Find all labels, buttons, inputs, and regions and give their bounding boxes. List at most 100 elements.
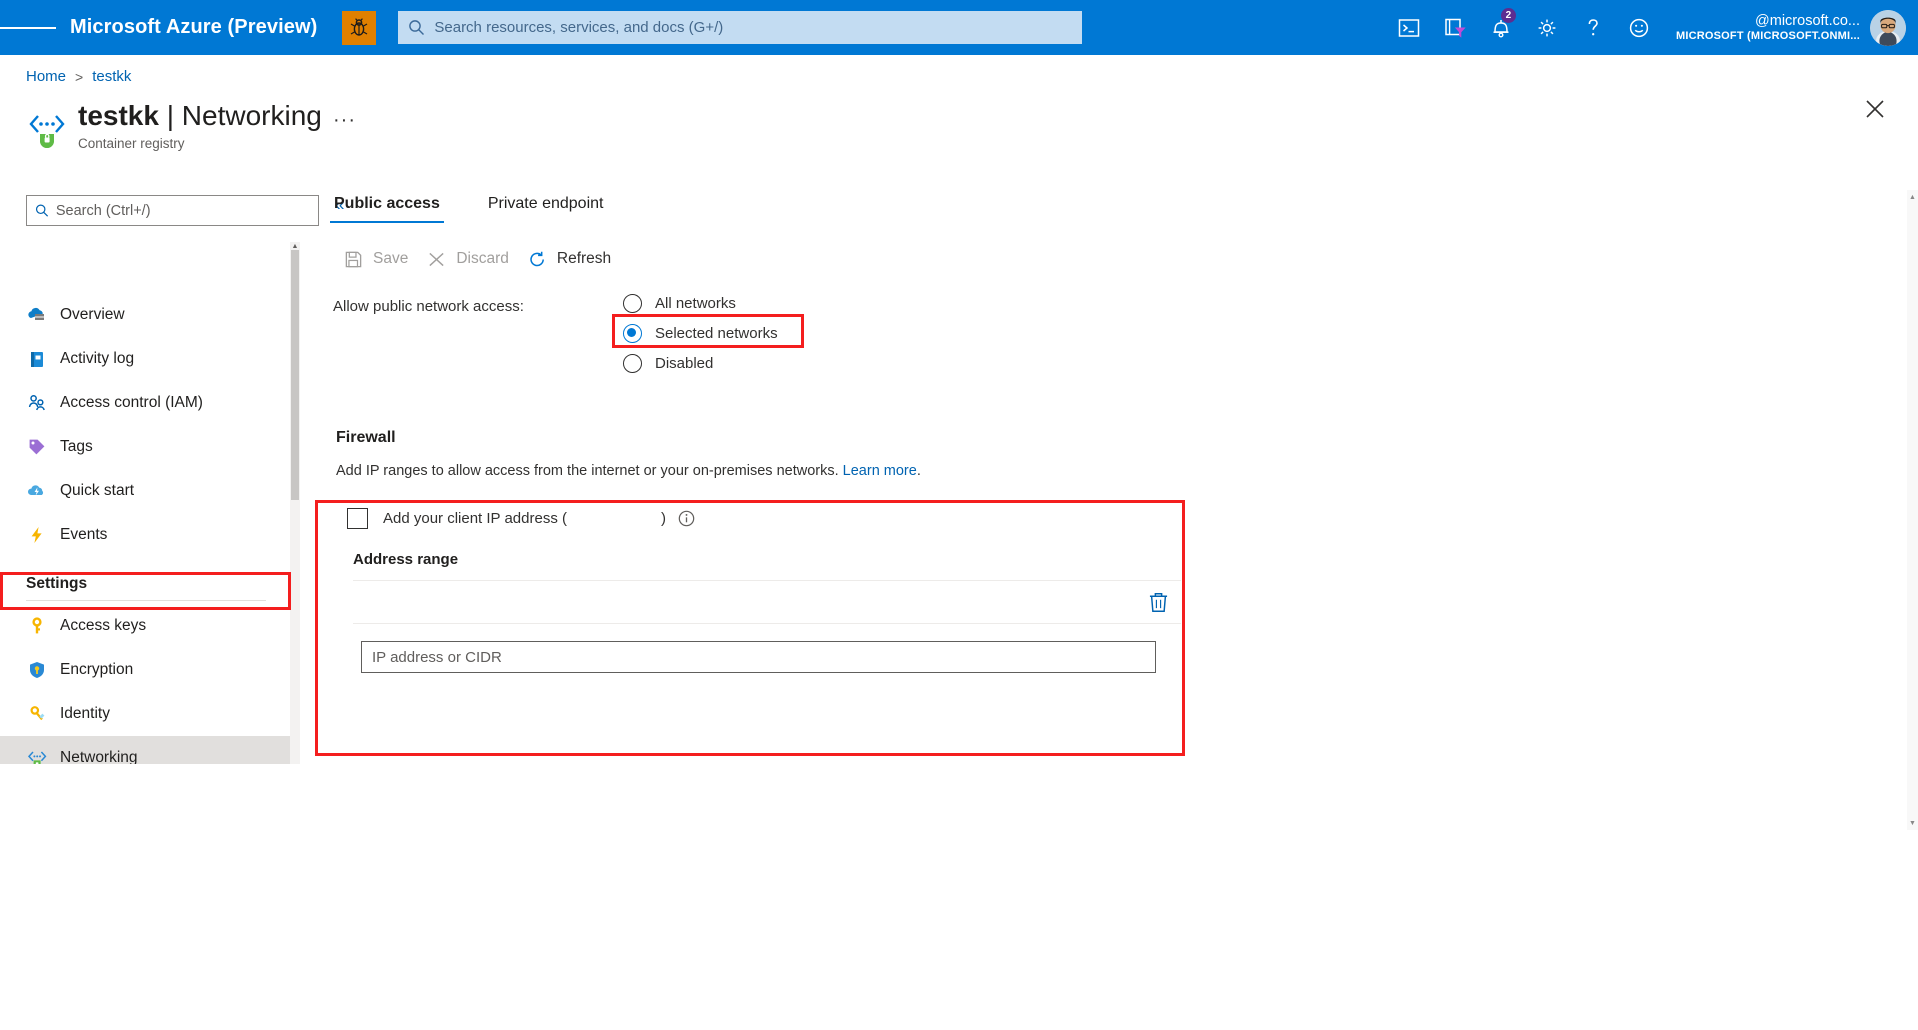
directory-filter-icon[interactable] bbox=[1432, 0, 1478, 55]
sidebar-item-quick-start[interactable]: Quick start bbox=[0, 469, 296, 513]
sidebar-item-activity-log[interactable]: Activity log bbox=[0, 337, 296, 381]
radio-label: Selected networks bbox=[655, 325, 778, 342]
add-client-ip-label: Add your client IP address () bbox=[383, 510, 666, 527]
container-registry-icon bbox=[26, 106, 68, 148]
add-client-ip-label-after: ) bbox=[661, 510, 666, 527]
sidebar-scrollbar[interactable]: ▲ bbox=[290, 242, 300, 764]
feedback-smiley-icon[interactable] bbox=[1616, 0, 1662, 55]
page-title-section: Networking bbox=[182, 100, 322, 131]
firewall-section: Firewall Add IP ranges to allow access f… bbox=[330, 407, 1200, 673]
notifications-bell-icon[interactable]: 2 bbox=[1478, 0, 1524, 55]
sidebar-item-tags[interactable]: Tags bbox=[0, 425, 296, 469]
save-button[interactable]: Save bbox=[343, 243, 408, 275]
global-search-input[interactable] bbox=[434, 19, 1072, 36]
breadcrumb: Home > testkk bbox=[26, 68, 131, 85]
sidebar-item-networking[interactable]: Networking bbox=[0, 736, 296, 764]
avatar[interactable] bbox=[1870, 10, 1906, 46]
radio-button[interactable] bbox=[623, 324, 642, 343]
sidebar-item-label: Identity bbox=[60, 705, 110, 723]
breadcrumb-home-link[interactable]: Home bbox=[26, 68, 66, 85]
table-row bbox=[353, 580, 1181, 624]
sidebar-item-access-control[interactable]: Access control (IAM) bbox=[0, 381, 296, 425]
bug-glyph bbox=[350, 18, 368, 38]
smiley-glyph bbox=[1628, 17, 1650, 39]
page-title-row: testkk | Networking Container registry bbox=[26, 100, 322, 151]
header-icon-group: 2 bbox=[1386, 0, 1918, 55]
refresh-icon bbox=[527, 249, 548, 270]
public-network-access-radio-group: All networks Selected networks Disabled bbox=[623, 288, 786, 378]
radio-option-disabled[interactable]: Disabled bbox=[623, 348, 786, 378]
address-range-column-header: Address range bbox=[353, 551, 1181, 580]
page-scroll-up-arrow-icon[interactable]: ▲ bbox=[1909, 192, 1916, 202]
close-x-glyph bbox=[1865, 99, 1885, 119]
sidebar-item-identity[interactable]: Identity bbox=[0, 692, 296, 736]
firewall-description-text: Add IP ranges to allow access from the i… bbox=[336, 463, 839, 479]
page-title-resource: testkk bbox=[78, 100, 159, 131]
firewall-title: Firewall bbox=[336, 429, 1200, 447]
ip-address-input[interactable] bbox=[361, 641, 1156, 673]
sidebar-group-settings: Settings bbox=[0, 557, 296, 593]
cloud-shell-glyph bbox=[1398, 18, 1420, 38]
hamburger-menu-icon[interactable] bbox=[0, 0, 56, 55]
page-scroll-down-arrow-icon[interactable]: ▼ bbox=[1909, 818, 1916, 828]
add-client-ip-row: Add your client IP address () bbox=[347, 508, 1200, 529]
sidebar-item-label: Encryption bbox=[60, 661, 133, 679]
save-disk-icon bbox=[343, 249, 364, 270]
sidebar-item-events[interactable]: Events bbox=[0, 513, 296, 557]
main-content: Public access Private endpoint Save Disc… bbox=[330, 195, 1918, 1030]
radio-option-selected-networks[interactable]: Selected networks bbox=[623, 318, 786, 348]
events-lightning-icon bbox=[26, 525, 47, 546]
cloud-shell-icon[interactable] bbox=[1386, 0, 1432, 55]
refresh-button-label: Refresh bbox=[557, 250, 611, 268]
identity-key-icon bbox=[26, 704, 47, 725]
breadcrumb-current-link[interactable]: testkk bbox=[92, 68, 131, 85]
settings-gear-icon[interactable] bbox=[1524, 0, 1570, 55]
radio-label: All networks bbox=[655, 295, 736, 312]
more-options-button[interactable]: ··· bbox=[333, 110, 356, 130]
info-icon[interactable] bbox=[678, 510, 695, 527]
sidebar-item-label: Tags bbox=[60, 438, 93, 456]
global-search-box[interactable] bbox=[398, 11, 1082, 44]
azure-brand-title[interactable]: Microsoft Azure (Preview) bbox=[70, 16, 317, 39]
account-info[interactable]: @microsoft.co... MICROSOFT (MICROSOFT.ON… bbox=[1676, 12, 1860, 44]
learn-more-link[interactable]: Learn more bbox=[843, 463, 917, 479]
top-header-bar: Microsoft Azure (Preview) bbox=[0, 0, 1918, 55]
page-scrollbar[interactable]: ▲ ▼ bbox=[1907, 190, 1918, 830]
sidebar-item-label: Access control (IAM) bbox=[60, 394, 203, 412]
radio-option-all-networks[interactable]: All networks bbox=[623, 288, 786, 318]
tab-public-access[interactable]: Public access bbox=[330, 195, 444, 223]
tab-private-endpoint[interactable]: Private endpoint bbox=[484, 195, 608, 223]
sidebar-item-label: Access keys bbox=[60, 617, 146, 635]
sidebar-search-box[interactable] bbox=[26, 195, 319, 226]
page-subtitle: Container registry bbox=[78, 136, 322, 151]
breadcrumb-separator: > bbox=[75, 69, 83, 85]
sidebar-scrollbar-thumb[interactable] bbox=[291, 250, 299, 500]
sidebar-divider bbox=[26, 600, 266, 601]
sidebar-search-input[interactable] bbox=[56, 203, 310, 219]
close-icon[interactable] bbox=[1860, 94, 1890, 124]
sidebar-item-access-keys[interactable]: Access keys bbox=[0, 604, 296, 648]
tags-icon bbox=[26, 437, 47, 458]
avatar-photo bbox=[1870, 10, 1906, 46]
access-control-people-icon bbox=[26, 393, 47, 414]
radio-label: Disabled bbox=[655, 355, 713, 372]
radio-button[interactable] bbox=[623, 354, 642, 373]
quick-start-icon bbox=[26, 481, 47, 502]
radio-button[interactable] bbox=[623, 294, 642, 313]
discard-button[interactable]: Discard bbox=[426, 243, 509, 275]
sidebar-item-label: Events bbox=[60, 526, 107, 544]
bug-icon[interactable] bbox=[342, 11, 376, 45]
sidebar-item-encryption[interactable]: Encryption bbox=[0, 648, 296, 692]
help-icon[interactable] bbox=[1570, 0, 1616, 55]
firewall-description: Add IP ranges to allow access from the i… bbox=[336, 463, 1200, 479]
address-range-table: Address range bbox=[353, 551, 1181, 673]
question-mark-glyph bbox=[1583, 17, 1603, 39]
refresh-button[interactable]: Refresh bbox=[527, 243, 611, 275]
sidebar-nav-list: Overview Activity log bbox=[0, 293, 296, 764]
add-client-ip-checkbox[interactable] bbox=[347, 508, 368, 529]
overview-cloud-icon bbox=[26, 305, 47, 326]
command-toolbar: Save Discard Refresh bbox=[343, 243, 629, 275]
delete-trash-icon[interactable] bbox=[1148, 591, 1169, 614]
gear-glyph bbox=[1536, 17, 1558, 39]
sidebar-item-overview[interactable]: Overview bbox=[0, 293, 296, 337]
